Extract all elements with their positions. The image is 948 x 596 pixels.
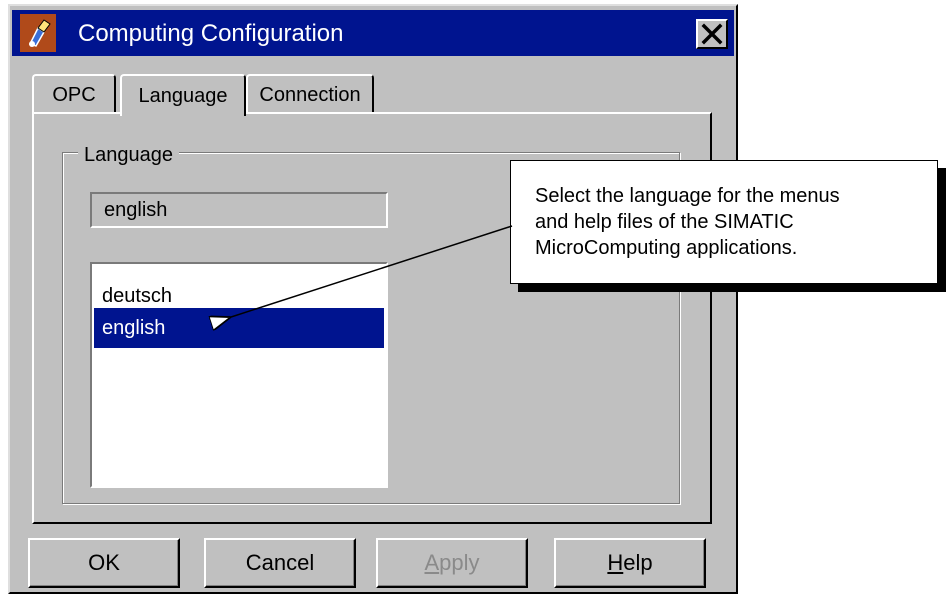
tab-label: Connection (259, 83, 361, 106)
tab-label: Language (138, 84, 228, 107)
application-icon (20, 14, 56, 52)
tab-opc[interactable]: OPC (32, 74, 116, 114)
language-listbox[interactable]: deutsch english (90, 262, 388, 488)
current-language-field: english (90, 192, 388, 228)
cancel-button[interactable]: Cancel (204, 538, 356, 588)
list-item-english[interactable]: english (94, 308, 384, 348)
help-mnemonic: H (607, 550, 624, 575)
apply-label: pply (439, 550, 480, 575)
annotation-callout: Select the language for the menus and he… (510, 160, 938, 284)
window-title: Computing Configuration (78, 20, 344, 47)
close-icon (701, 23, 723, 45)
help-button[interactable]: Help (554, 538, 706, 588)
tab-label: OPC (52, 83, 96, 106)
apply-mnemonic: A (424, 550, 440, 575)
tab-connection[interactable]: Connection (246, 74, 374, 114)
ok-label: OK (88, 550, 120, 575)
callout-line: Select the language for the menus (535, 185, 840, 207)
callout-line: MicroComputing applications. (535, 237, 798, 259)
close-button[interactable] (696, 19, 728, 49)
callout-line: and help files of the SIMATIC (535, 211, 794, 233)
cancel-label: Cancel (245, 550, 315, 575)
apply-button[interactable]: Apply (376, 538, 528, 588)
help-label: elp (623, 550, 653, 575)
ok-button[interactable]: OK (28, 538, 180, 588)
tab-language[interactable]: Language (120, 74, 246, 116)
group-legend: Language (78, 144, 179, 167)
